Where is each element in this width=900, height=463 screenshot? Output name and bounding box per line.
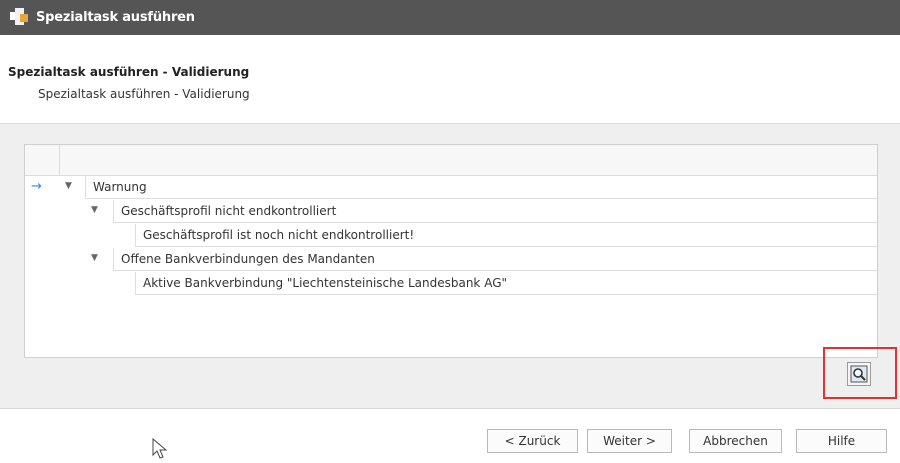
tree-row[interactable]: ▼ Geschäftsprofil nicht endkontrolliert (25, 200, 877, 224)
tree-row[interactable]: Aktive Bankverbindung "Liechtensteinisch… (25, 272, 877, 296)
help-button[interactable]: Hilfe (796, 429, 887, 453)
wizard-footer: < Zurück Weiter > Abbrechen Hilfe (0, 408, 900, 463)
page-subtitle: Spezialtask ausführen - Validierung (38, 87, 250, 101)
tree-row[interactable]: ▼ Offene Bankverbindungen des Mandanten (25, 248, 877, 272)
mouse-cursor-icon (152, 438, 168, 459)
cancel-button[interactable]: Abbrechen (689, 429, 782, 453)
arrow-right-icon: → (31, 179, 42, 194)
tree-cell: Aktive Bankverbindung "Liechtensteinisch… (135, 272, 877, 295)
tree-row[interactable]: → ▼ Warnung (25, 176, 877, 200)
page-title: Spezialtask ausführen - Validierung (8, 65, 250, 79)
tree-cell: Warnung (85, 176, 877, 199)
wizard-body: → ▼ Warnung ▼ Geschäftsprofil nicht endk… (0, 123, 900, 409)
tree-header (25, 145, 877, 176)
next-button[interactable]: Weiter > (587, 429, 672, 453)
highlight-box (823, 347, 897, 399)
app-logo-icon (10, 8, 30, 27)
title-bar: Spezialtask ausführen (0, 0, 900, 35)
back-button[interactable]: < Zurück (487, 429, 578, 453)
wizard-header: Spezialtask ausführen - Validierung Spez… (0, 35, 900, 123)
tree-cell: Geschäftsprofil ist noch nicht endkontro… (135, 224, 877, 247)
validation-tree[interactable]: → ▼ Warnung ▼ Geschäftsprofil nicht endk… (24, 144, 878, 358)
chevron-down-icon[interactable]: ▼ (65, 181, 72, 191)
tree-row[interactable]: Geschäftsprofil ist noch nicht endkontro… (25, 224, 877, 248)
chevron-down-icon[interactable]: ▼ (91, 253, 98, 263)
window-title: Spezialtask ausführen (36, 10, 195, 25)
tree-cell: Geschäftsprofil nicht endkontrolliert (113, 200, 877, 223)
tree-cell: Offene Bankverbindungen des Mandanten (113, 248, 877, 271)
chevron-down-icon[interactable]: ▼ (91, 205, 98, 215)
